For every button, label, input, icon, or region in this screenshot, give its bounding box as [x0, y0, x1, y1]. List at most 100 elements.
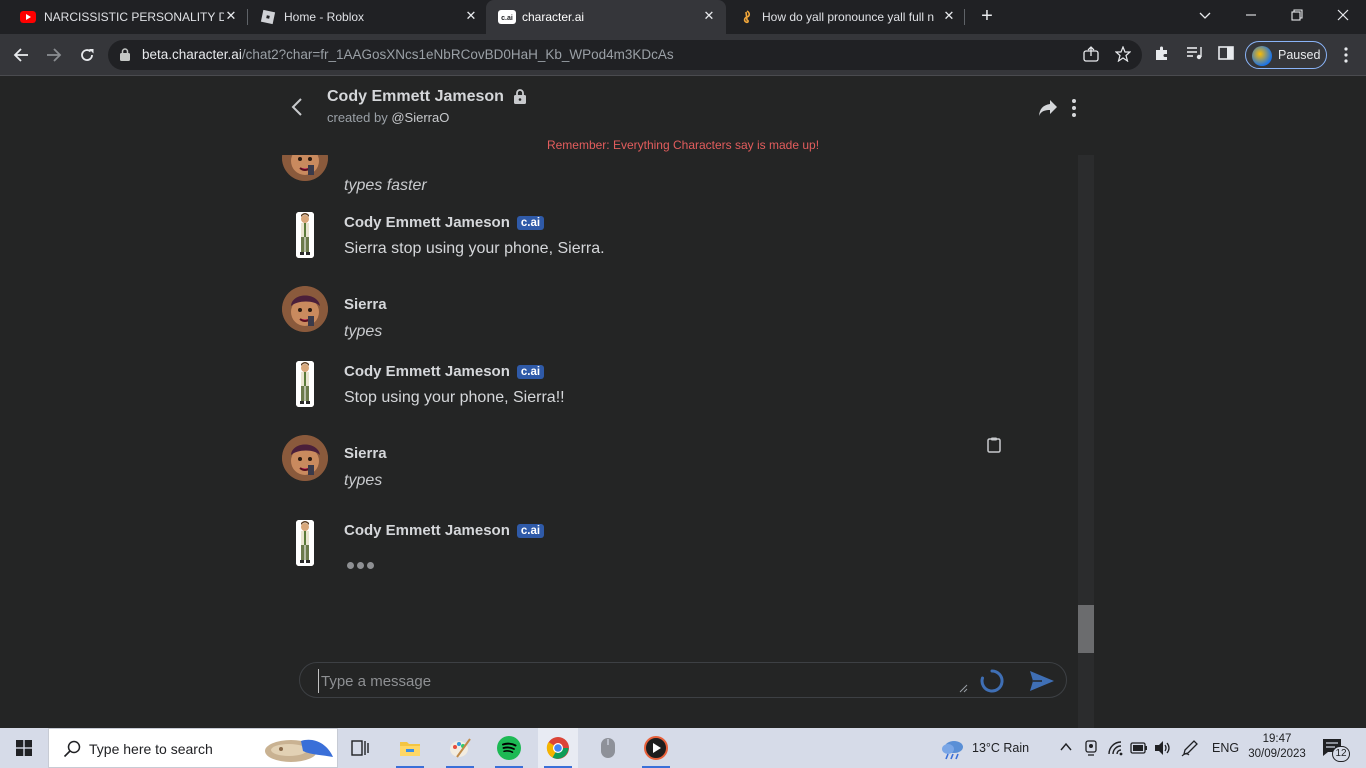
share-page-icon[interactable] — [1082, 46, 1100, 64]
bookmark-star-icon[interactable] — [1114, 45, 1132, 64]
profile-button[interactable]: Paused — [1245, 41, 1327, 69]
creator-handle-link[interactable]: @SierraO — [391, 110, 449, 125]
taskbar-mouse-app[interactable] — [588, 728, 628, 768]
profile-status-label: Paused — [1278, 48, 1321, 62]
resize-grip-icon[interactable] — [958, 683, 968, 693]
message-text: types — [344, 323, 383, 340]
browser-toolbar: beta.character.ai/chat2?char=fr_1AAGosXN… — [0, 34, 1366, 76]
message-text: Sierra stop using your phone, Sierra. — [344, 240, 605, 257]
clock-time: 19:47 — [1262, 733, 1292, 745]
cody-avatar[interactable] — [296, 212, 314, 258]
close-tab-icon[interactable]: ✕ — [700, 7, 718, 25]
meet-now-icon[interactable] — [1083, 740, 1099, 756]
browser-menu-icon[interactable] — [1338, 45, 1354, 65]
tab-search-chevron-icon[interactable] — [1190, 4, 1220, 26]
svg-text:c.ai: c.ai — [501, 15, 513, 22]
close-tab-icon[interactable]: ✕ — [462, 7, 480, 25]
character-ai-icon: c.ai — [498, 10, 516, 24]
url-text[interactable]: beta.character.ai/chat2?char=fr_1AAGosXN… — [142, 47, 674, 62]
author-name: Cody Emmett Jameson — [344, 522, 510, 539]
close-tab-icon[interactable]: ✕ — [222, 7, 240, 25]
close-window-icon[interactable] — [1328, 4, 1358, 26]
author-name: Cody Emmett Jameson — [344, 363, 510, 380]
character-chat-page: Cody Emmett Jameson created by @SierraO … — [0, 77, 1366, 731]
loading-spinner-icon — [980, 669, 1004, 693]
cai-badge: c.ai — [516, 524, 545, 538]
address-bar[interactable]: beta.character.ai/chat2?char=fr_1AAGosXN… — [108, 40, 1142, 70]
tray-overflow-chevron-icon[interactable] — [1060, 742, 1072, 752]
forward-arrow-icon[interactable] — [42, 43, 66, 67]
restore-window-icon[interactable] — [1282, 4, 1312, 26]
chat-message: Cody Emmett Jameson c.ai Stop using your … — [272, 361, 1062, 421]
message-text: Stop using your phone, Sierra!! — [344, 389, 565, 406]
tab-youtube[interactable]: NARCISSISTIC PERSONALITY DIS ✕ — [8, 0, 246, 34]
created-by-prefix: created by — [327, 110, 392, 125]
windows-taskbar: Type here to search 13°C Rain ENG 19:47 … — [0, 728, 1366, 768]
taskbar-search-box[interactable]: Type here to search — [48, 728, 338, 768]
new-tab-button[interactable]: + — [976, 5, 998, 27]
volume-icon[interactable] — [1154, 740, 1172, 756]
character-name[interactable]: Cody Emmett Jameson — [327, 88, 504, 106]
taskbar-clock[interactable]: 19:47 30/09/2023 — [1244, 732, 1310, 762]
weather-text[interactable]: 13°C Rain — [972, 728, 1029, 768]
tab-character-ai[interactable]: c.ai character.ai ✕ — [486, 0, 726, 34]
weather-rain-icon[interactable] — [940, 738, 966, 760]
chat-message: Sierra types — [272, 286, 1062, 346]
message-text: types — [344, 472, 383, 489]
sierra-avatar[interactable] — [282, 286, 328, 332]
clock-date: 30/09/2023 — [1248, 748, 1306, 760]
taskbar-chrome[interactable] — [538, 728, 578, 768]
more-options-icon[interactable] — [1068, 97, 1080, 119]
search-highlight-illustration-icon[interactable] — [261, 733, 335, 765]
minimize-window-icon[interactable] — [1236, 4, 1266, 26]
tab-separator — [964, 9, 965, 25]
tab-roblox[interactable]: Home - Roblox ✕ — [248, 0, 486, 34]
taskbar-paint[interactable] — [440, 728, 480, 768]
chat-message: Cody Emmett Jameson c.ai — [272, 520, 1062, 580]
language-indicator[interactable]: ENG — [1212, 728, 1239, 768]
wifi-icon[interactable] — [1107, 740, 1125, 756]
cody-avatar[interactable] — [296, 361, 314, 407]
taskbar-media-player[interactable] — [636, 728, 676, 768]
taskbar-task-view[interactable] — [340, 728, 380, 768]
lock-icon[interactable] — [120, 48, 130, 61]
tab-title: Home - Roblox — [284, 10, 365, 24]
message-author: Sierra — [344, 296, 387, 313]
side-panel-icon[interactable] — [1216, 45, 1236, 65]
message-author: Cody Emmett Jameson c.ai — [344, 214, 545, 231]
music-note-icon — [743, 10, 751, 24]
tab-title: How do yall pronounce yall full n — [762, 10, 935, 24]
windows-start-icon[interactable] — [0, 728, 48, 768]
chat-message-list: types faster Cody Emmett Jameson c.ai Sie… — [272, 155, 1094, 731]
notification-center-icon[interactable]: 12 — [1322, 738, 1352, 762]
message-author: Cody Emmett Jameson c.ai — [344, 363, 545, 380]
taskbar-file-explorer[interactable] — [390, 728, 430, 768]
url-host: beta.character.ai — [142, 47, 242, 62]
youtube-icon — [20, 11, 36, 23]
close-tab-icon[interactable]: ✕ — [940, 7, 958, 25]
message-author: Cody Emmett Jameson c.ai — [344, 522, 545, 539]
media-control-icon[interactable] — [1185, 45, 1205, 65]
chat-message: types faster — [272, 155, 1062, 195]
send-icon[interactable] — [1029, 670, 1055, 692]
share-arrow-icon[interactable] — [1038, 99, 1058, 117]
scrollbar-thumb[interactable] — [1078, 605, 1094, 653]
tab-pronounce[interactable]: How do yall pronounce yall full n ✕ — [726, 0, 964, 34]
back-arrow-icon[interactable] — [9, 43, 33, 67]
sierra-avatar[interactable] — [282, 435, 328, 481]
chat-scrollbar[interactable] — [1078, 155, 1094, 730]
pen-workspace-icon[interactable] — [1181, 739, 1199, 757]
cody-avatar[interactable] — [296, 520, 314, 566]
extensions-puzzle-icon[interactable] — [1152, 45, 1172, 65]
message-composer — [299, 662, 1067, 698]
message-input[interactable] — [318, 669, 958, 693]
back-chevron-icon[interactable] — [288, 97, 308, 117]
battery-icon[interactable] — [1130, 741, 1148, 755]
clipboard-icon[interactable] — [987, 437, 1001, 453]
cai-badge: c.ai — [516, 216, 545, 230]
typing-indicator — [347, 556, 377, 574]
sierra-avatar[interactable] — [282, 155, 328, 181]
reload-icon[interactable] — [75, 43, 99, 67]
message-author: Sierra — [344, 445, 387, 462]
taskbar-spotify[interactable] — [489, 728, 529, 768]
